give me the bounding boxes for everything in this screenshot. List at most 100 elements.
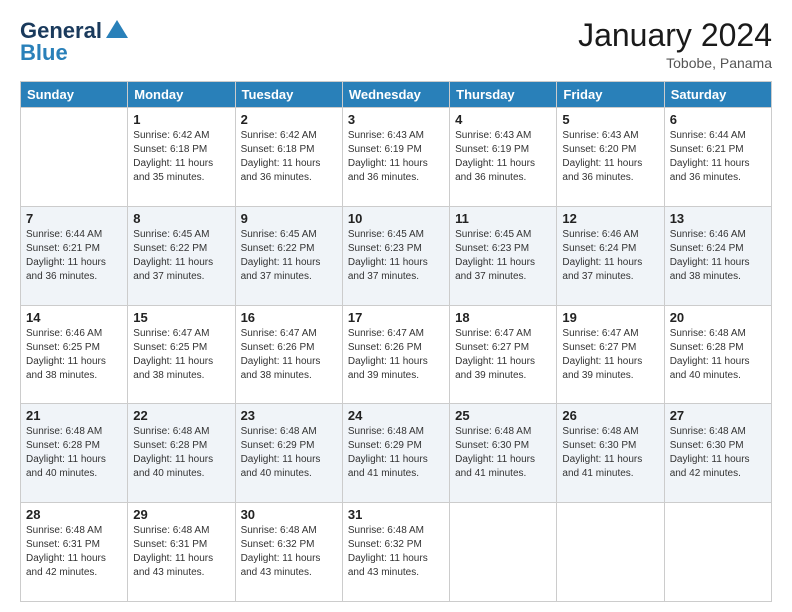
day-number: 7 xyxy=(26,211,122,226)
calendar-cell: 2Sunrise: 6:42 AM Sunset: 6:18 PM Daylig… xyxy=(235,108,342,207)
day-number: 27 xyxy=(670,408,766,423)
day-info: Sunrise: 6:48 AM Sunset: 6:31 PM Dayligh… xyxy=(133,524,229,580)
day-info: Sunrise: 6:47 AM Sunset: 6:25 PM Dayligh… xyxy=(133,327,229,383)
calendar-cell: 31 Sunrise: 6:48 AM Sunset: 6:32 PM Dayli… xyxy=(342,503,449,602)
day-number: 30 xyxy=(241,507,337,522)
calendar-cell: 1Sunrise: 6:42 AM Sunset: 6:18 PM Daylig… xyxy=(128,108,235,207)
weekday-header-sunday: Sunday xyxy=(21,82,128,108)
day-info: Sunrise: 6:45 AM Sunset: 6:23 PM Dayligh… xyxy=(348,228,444,284)
page: General Blue January 2024 Tobobe, Panama… xyxy=(0,0,792,612)
day-number: 31 xyxy=(348,507,444,522)
calendar-cell: 12 Sunrise: 6:46 AM Sunset: 6:24 PM Dayli… xyxy=(557,206,664,305)
location: Tobobe, Panama xyxy=(578,55,772,71)
calendar-cell: 24 Sunrise: 6:48 AM Sunset: 6:29 PM Dayli… xyxy=(342,404,449,503)
calendar-cell: 5Sunrise: 6:43 AM Sunset: 6:20 PM Daylig… xyxy=(557,108,664,207)
calendar-cell: 23Sunrise: 6:48 AM Sunset: 6:29 PM Dayli… xyxy=(235,404,342,503)
day-info: Sunrise: 6:42 AM Sunset: 6:18 PM Dayligh… xyxy=(133,129,229,185)
calendar-cell: 14 Sunrise: 6:46 AM Sunset: 6:25 PM Dayli… xyxy=(21,305,128,404)
day-info: Sunrise: 6:44 AM Sunset: 6:21 PM Dayligh… xyxy=(26,228,122,284)
day-number: 4 xyxy=(455,112,551,127)
calendar-cell: 11 Sunrise: 6:45 AM Sunset: 6:23 PM Dayli… xyxy=(450,206,557,305)
calendar-cell: 28Sunrise: 6:48 AM Sunset: 6:31 PM Dayli… xyxy=(21,503,128,602)
weekday-header-thursday: Thursday xyxy=(450,82,557,108)
month-title: January 2024 xyxy=(578,18,772,53)
day-info: Sunrise: 6:43 AM Sunset: 6:19 PM Dayligh… xyxy=(455,129,551,185)
day-info: Sunrise: 6:48 AM Sunset: 6:28 PM Dayligh… xyxy=(26,425,122,481)
calendar-cell xyxy=(450,503,557,602)
calendar-cell: 15 Sunrise: 6:47 AM Sunset: 6:25 PM Dayli… xyxy=(128,305,235,404)
day-number: 17 xyxy=(348,310,444,325)
weekday-header-saturday: Saturday xyxy=(664,82,771,108)
day-number: 12 xyxy=(562,211,658,226)
day-info: Sunrise: 6:46 AM Sunset: 6:24 PM Dayligh… xyxy=(670,228,766,284)
day-info: Sunrise: 6:48 AM Sunset: 6:29 PM Dayligh… xyxy=(348,425,444,481)
day-number: 20 xyxy=(670,310,766,325)
day-number: 22 xyxy=(133,408,229,423)
calendar-cell: 10Sunrise: 6:45 AM Sunset: 6:23 PM Dayli… xyxy=(342,206,449,305)
day-info: Sunrise: 6:44 AM Sunset: 6:21 PM Dayligh… xyxy=(670,129,766,185)
calendar-cell: 8 Sunrise: 6:45 AM Sunset: 6:22 PM Daylig… xyxy=(128,206,235,305)
weekday-header-friday: Friday xyxy=(557,82,664,108)
day-number: 25 xyxy=(455,408,551,423)
day-number: 5 xyxy=(562,112,658,127)
calendar-cell xyxy=(557,503,664,602)
day-number: 6 xyxy=(670,112,766,127)
day-number: 21 xyxy=(26,408,122,423)
day-number: 3 xyxy=(348,112,444,127)
day-number: 26 xyxy=(562,408,658,423)
calendar-cell xyxy=(664,503,771,602)
calendar-week-row: 28 Sunrise: 6:48 AM Sunset: 6:31 PM Dayli… xyxy=(21,503,772,602)
calendar-cell: 19 Sunrise: 6:47 AM Sunset: 6:27 PM Dayli… xyxy=(557,305,664,404)
calendar-cell: 26 Sunrise: 6:48 AM Sunset: 6:30 PM Dayli… xyxy=(557,404,664,503)
calendar-cell: 16 Sunrise: 6:47 AM Sunset: 6:26 PM Dayli… xyxy=(235,305,342,404)
weekday-header-monday: Monday xyxy=(128,82,235,108)
calendar-cell: 17 Sunrise: 6:47 AM Sunset: 6:26 PM Dayli… xyxy=(342,305,449,404)
calendar-cell: 29Sunrise: 6:48 AM Sunset: 6:31 PM Dayli… xyxy=(128,503,235,602)
calendar-header-row: SundayMondayTuesdayWednesdayThursdayFrid… xyxy=(21,82,772,108)
calendar-cell: 21 Sunrise: 6:48 AM Sunset: 6:28 PM Dayli… xyxy=(21,404,128,503)
day-number: 15 xyxy=(133,310,229,325)
calendar-cell: 7 Sunrise: 6:44 AM Sunset: 6:21 PM Daylig… xyxy=(21,206,128,305)
day-info: Sunrise: 6:46 AM Sunset: 6:24 PM Dayligh… xyxy=(562,228,658,284)
calendar-cell: 13 Sunrise: 6:46 AM Sunset: 6:24 PM Dayli… xyxy=(664,206,771,305)
day-info: Sunrise: 6:48 AM Sunset: 6:30 PM Dayligh… xyxy=(455,425,551,481)
calendar-cell: 20 Sunrise: 6:48 AM Sunset: 6:28 PM Dayli… xyxy=(664,305,771,404)
day-info: Sunrise: 6:48 AM Sunset: 6:29 PM Dayligh… xyxy=(241,425,337,481)
day-number: 18 xyxy=(455,310,551,325)
day-info: Sunrise: 6:47 AM Sunset: 6:27 PM Dayligh… xyxy=(562,327,658,383)
calendar-cell: 18 Sunrise: 6:47 AM Sunset: 6:27 PM Dayli… xyxy=(450,305,557,404)
day-number: 16 xyxy=(241,310,337,325)
day-info: Sunrise: 6:47 AM Sunset: 6:26 PM Dayligh… xyxy=(348,327,444,383)
day-info: Sunrise: 6:45 AM Sunset: 6:23 PM Dayligh… xyxy=(455,228,551,284)
day-info: Sunrise: 6:48 AM Sunset: 6:32 PM Dayligh… xyxy=(348,524,444,580)
day-number: 28 xyxy=(26,507,122,522)
calendar-cell: 9Sunrise: 6:45 AM Sunset: 6:22 PM Daylig… xyxy=(235,206,342,305)
day-info: Sunrise: 6:48 AM Sunset: 6:30 PM Dayligh… xyxy=(562,425,658,481)
day-number: 24 xyxy=(348,408,444,423)
day-info: Sunrise: 6:48 AM Sunset: 6:28 PM Dayligh… xyxy=(670,327,766,383)
day-number: 8 xyxy=(133,211,229,226)
day-number: 19 xyxy=(562,310,658,325)
calendar-week-row: 21 Sunrise: 6:48 AM Sunset: 6:28 PM Dayli… xyxy=(21,404,772,503)
calendar-cell: 3 Sunrise: 6:43 AM Sunset: 6:19 PM Daylig… xyxy=(342,108,449,207)
logo: General Blue xyxy=(20,18,130,66)
header: General Blue January 2024 Tobobe, Panama xyxy=(20,18,772,71)
day-number: 13 xyxy=(670,211,766,226)
day-info: Sunrise: 6:48 AM Sunset: 6:30 PM Dayligh… xyxy=(670,425,766,481)
logo-icon xyxy=(104,18,130,44)
calendar-cell: 4 Sunrise: 6:43 AM Sunset: 6:19 PM Daylig… xyxy=(450,108,557,207)
calendar-cell: 27 Sunrise: 6:48 AM Sunset: 6:30 PM Dayli… xyxy=(664,404,771,503)
title-section: January 2024 Tobobe, Panama xyxy=(578,18,772,71)
day-number: 9 xyxy=(241,211,337,226)
day-info: Sunrise: 6:47 AM Sunset: 6:27 PM Dayligh… xyxy=(455,327,551,383)
day-info: Sunrise: 6:42 AM Sunset: 6:18 PM Dayligh… xyxy=(241,129,337,185)
day-info: Sunrise: 6:46 AM Sunset: 6:25 PM Dayligh… xyxy=(26,327,122,383)
day-number: 11 xyxy=(455,211,551,226)
weekday-header-tuesday: Tuesday xyxy=(235,82,342,108)
calendar-week-row: 7 Sunrise: 6:44 AM Sunset: 6:21 PM Daylig… xyxy=(21,206,772,305)
day-number: 14 xyxy=(26,310,122,325)
day-info: Sunrise: 6:43 AM Sunset: 6:19 PM Dayligh… xyxy=(348,129,444,185)
day-info: Sunrise: 6:48 AM Sunset: 6:28 PM Dayligh… xyxy=(133,425,229,481)
day-info: Sunrise: 6:47 AM Sunset: 6:26 PM Dayligh… xyxy=(241,327,337,383)
day-info: Sunrise: 6:45 AM Sunset: 6:22 PM Dayligh… xyxy=(133,228,229,284)
